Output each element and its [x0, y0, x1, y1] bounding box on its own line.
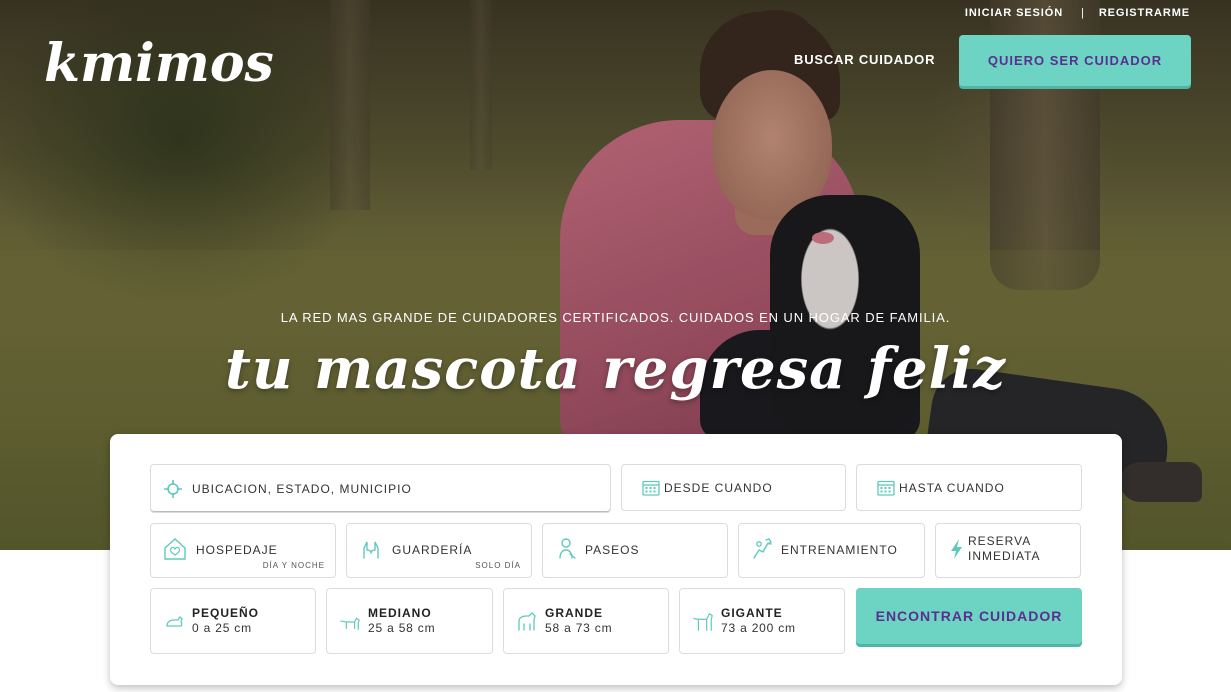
size-range: 0 a 25 cm — [192, 621, 252, 635]
size-range: 58 a 73 cm — [545, 621, 613, 635]
medium-dog-icon — [339, 611, 361, 633]
size-pequeno[interactable]: PEQUEÑO 0 a 25 cm — [150, 588, 316, 654]
date-to-label: HASTA CUANDO — [899, 480, 1005, 495]
service-guarderia[interactable]: GUARDERÍA SOLO DÍA — [346, 523, 532, 578]
search-caregiver-link[interactable]: BUSCAR CUIDADOR — [794, 52, 935, 67]
service-label: GUARDERÍA — [392, 543, 473, 557]
size-gigante[interactable]: GIGANTE 73 a 200 cm — [679, 588, 845, 654]
size-range: 73 a 200 cm — [721, 621, 796, 635]
search-card: UBICACION, ESTADO, MUNICIPIO DESDE CUAND… — [110, 434, 1122, 685]
date-from-field[interactable]: DESDE CUANDO — [621, 464, 846, 511]
top-links-separator: | — [1081, 7, 1085, 19]
size-grande[interactable]: GRANDE 58 a 73 cm — [503, 588, 669, 654]
size-name: GRANDE — [545, 606, 604, 620]
size-name: PEQUEÑO — [192, 606, 260, 620]
find-caregiver-button[interactable]: ENCONTRAR CUIDADOR — [856, 588, 1082, 644]
size-mediano[interactable]: MEDIANO 25 a 58 cm — [326, 588, 493, 654]
size-range: 25 a 58 cm — [368, 621, 436, 635]
hero-tagline: LA RED MAS GRANDE DE CUIDADORES CERTIFIC… — [280, 310, 951, 325]
service-label: PASEOS — [585, 543, 640, 557]
location-target-icon — [163, 479, 183, 499]
calendar-icon — [877, 479, 895, 496]
service-reserva-inmediata[interactable]: RESERVA INMEDIATA — [935, 523, 1081, 578]
location-placeholder: UBICACION, ESTADO, MUNICIPIO — [192, 481, 412, 496]
trainer-icon — [750, 536, 776, 562]
size-name: MEDIANO — [368, 606, 432, 620]
become-caregiver-button[interactable]: QUIERO SER CUIDADOR — [959, 35, 1191, 86]
hands-icon — [358, 536, 384, 562]
date-to-field[interactable]: HASTA CUANDO — [856, 464, 1082, 511]
small-dog-icon — [163, 611, 185, 633]
hero-headline: tu mascota regresa feliz — [224, 336, 1007, 402]
calendar-icon — [642, 479, 660, 496]
register-link[interactable]: REGISTRARME — [1099, 7, 1190, 19]
lightning-icon — [944, 536, 970, 562]
service-label: RESERVA INMEDIATA — [968, 534, 1041, 563]
service-label: HOSPEDAJE — [196, 543, 278, 557]
service-sublabel: SOLO DÍA — [475, 561, 521, 570]
house-icon — [162, 536, 188, 562]
service-label: ENTRENAMIENTO — [781, 543, 898, 557]
location-input[interactable]: UBICACION, ESTADO, MUNICIPIO — [150, 464, 611, 513]
service-sublabel: DÍA Y NOCHE — [262, 561, 325, 570]
walker-icon — [554, 536, 580, 562]
date-from-label: DESDE CUANDO — [664, 480, 773, 495]
size-name: GIGANTE — [721, 606, 783, 620]
logo[interactable]: kmimos — [44, 33, 274, 95]
large-dog-icon — [516, 611, 538, 633]
service-paseos[interactable]: PASEOS — [542, 523, 728, 578]
service-hospedaje[interactable]: HOSPEDAJE DÍA Y NOCHE — [150, 523, 336, 578]
giant-dog-icon — [692, 611, 714, 633]
login-link[interactable]: INICIAR SESIÓN — [965, 7, 1063, 19]
top-links: INICIAR SESIÓN | REGISTRARME — [965, 7, 1190, 19]
service-entrenamiento[interactable]: ENTRENAMIENTO — [738, 523, 925, 578]
